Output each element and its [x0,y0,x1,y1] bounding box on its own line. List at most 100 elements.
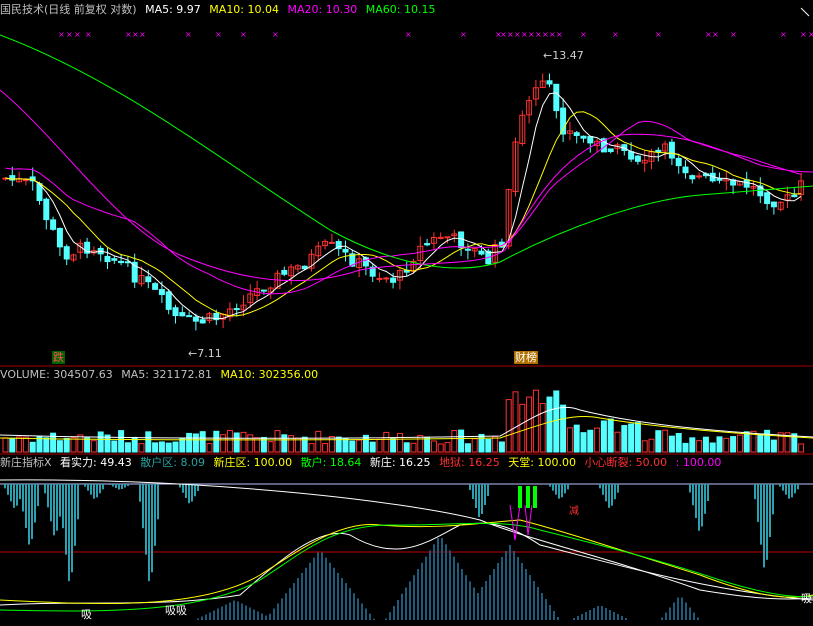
volume-bar [757,433,764,453]
candle-body [362,257,369,267]
volume-bar [396,432,403,453]
volume-bar [655,430,662,453]
volume-bar [478,433,485,453]
xi-signal-label-right: 吸 [801,592,812,605]
candle-body [546,80,553,85]
candle-body [607,148,614,153]
volume-bar [281,434,288,453]
candle-body [158,289,165,296]
signal-mark: × [58,30,65,39]
candle-body [192,316,199,322]
ma60-line [0,34,813,269]
volume-bar [485,438,492,453]
candle-body [580,135,587,139]
volume-bar [2,437,9,453]
candle-body [342,248,349,253]
volume-bar [526,396,533,453]
signal-mark: × [549,30,556,39]
volume-bar [233,432,240,453]
candle-body [682,166,689,174]
volume-bar [573,424,580,453]
candle-body [260,289,267,292]
volume-bar [56,440,63,453]
volume-bar [709,442,716,453]
candle-body [165,291,172,310]
signal-mark: × [460,30,467,39]
volume-bar [213,430,220,453]
signal-mark: × [405,30,412,39]
candle-body [675,157,682,167]
candle-body [764,192,771,204]
volume-bar [641,440,648,453]
volume-bar [179,437,186,453]
volume-bar [138,443,145,453]
candle-body [111,258,118,261]
volume-bar [308,443,315,453]
volume-bar [322,443,329,453]
volume-bar [124,442,131,453]
volume-bar [539,402,546,453]
volume-bar [315,430,322,453]
volume-bar [70,437,77,453]
candle-body [424,243,431,246]
signal-mark: × [808,30,813,39]
arrow-left-icon: ← [188,347,198,360]
ma10-line [5,111,802,317]
candle-body [152,283,159,290]
volume-bar [553,390,560,453]
volume-bar [111,440,118,453]
volume-bar [22,436,29,453]
high-price-annotation: ←13.47 [543,49,584,62]
candle-body [63,246,70,260]
volume-bar [505,399,512,453]
volume-bar [458,429,465,453]
close-icon[interactable] [800,7,810,17]
volume-bar [471,438,478,453]
ma5-line [5,92,802,320]
volume-bar [192,433,199,453]
candle-body [628,151,635,160]
volume-bar [226,429,233,453]
candle-body [199,319,206,324]
candle-body [689,175,696,180]
signal-mark: × [521,30,528,39]
volume-bar [546,396,553,453]
candle-body [791,194,798,198]
volume-bar [723,437,730,453]
signal-mark: × [500,30,507,39]
volume-bar [498,441,505,453]
volume-bar [29,441,36,453]
candle-body [118,260,125,264]
kline-chart[interactable]: × × × × × × × × × × × × × ×× × × × × × × × × × × × × × × × × × [0,0,813,626]
volume-bar [206,443,213,453]
candle-body [458,231,465,249]
volume-bar [675,432,682,453]
signal-mark: × [712,30,719,39]
volume-bar [519,403,526,453]
candle-body [50,219,57,230]
signal-mark: × [74,30,81,39]
ma20-smooth [0,89,813,282]
signal-mark: × [240,30,247,39]
volume-bar [63,437,70,453]
volume-bar [383,431,390,453]
signal-mark: × [730,30,737,39]
xi-signal-label-left: 吸 [81,608,92,621]
volume-bar [689,437,696,453]
volume-bar [662,429,669,453]
volume-bar [84,437,91,453]
volume-bar [628,423,635,453]
candle-body [770,201,777,208]
volume-bar [730,436,737,453]
signal-mark: × [528,30,535,39]
candle-body [634,155,641,162]
volume-bar [451,430,458,453]
die-signal-badge: 跌 [52,351,65,364]
candle-body [444,236,451,239]
signal-mark: × [139,30,146,39]
volume-bar [682,442,689,453]
volume-bar [764,429,771,453]
volume-bar [417,434,424,453]
candle-body [328,241,335,244]
volume-bar [356,439,363,453]
